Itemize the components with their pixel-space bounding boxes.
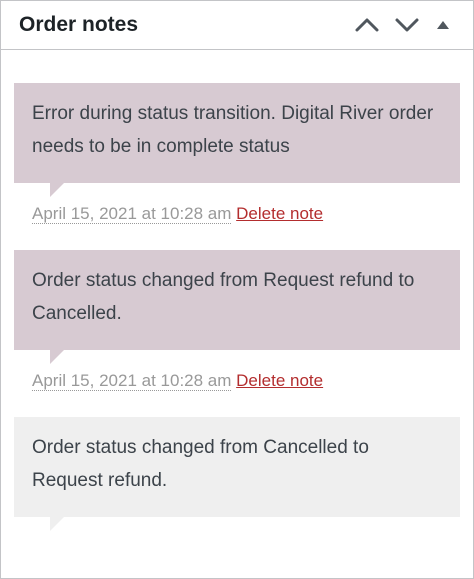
- delete-note-link[interactable]: Delete note: [236, 371, 323, 390]
- note-item: Order status changed from Cancelled to R…: [14, 417, 460, 531]
- panel-title: Order notes: [19, 13, 139, 36]
- toggle-panel-button[interactable]: [427, 5, 459, 45]
- note-item: Error during status transition. Digital …: [14, 83, 460, 225]
- panel-controls: [347, 5, 459, 45]
- chevron-up-icon: [354, 17, 380, 33]
- note-meta: April 15, 2021 at 10:28 am Delete note: [14, 370, 460, 392]
- move-down-button[interactable]: [387, 5, 427, 45]
- panel-header: Order notes: [1, 1, 473, 50]
- note-date: April 15, 2021 at 10:28 am: [32, 204, 232, 224]
- triangle-up-icon: [436, 20, 450, 30]
- chevron-down-icon: [394, 17, 420, 33]
- note-meta: April 15, 2021 at 10:28 am Delete note: [14, 203, 460, 225]
- move-up-button[interactable]: [347, 5, 387, 45]
- note-date: April 15, 2021 at 10:28 am: [32, 371, 232, 391]
- notes-list: Error during status transition. Digital …: [1, 50, 473, 531]
- note-content: Order status changed from Request refund…: [14, 250, 460, 364]
- note-content: Order status changed from Cancelled to R…: [14, 417, 460, 531]
- note-item: Order status changed from Request refund…: [14, 250, 460, 392]
- delete-note-link[interactable]: Delete note: [236, 204, 323, 223]
- order-notes-panel: Order notes Error during status transiti…: [0, 0, 474, 579]
- note-content: Error during status transition. Digital …: [14, 83, 460, 197]
